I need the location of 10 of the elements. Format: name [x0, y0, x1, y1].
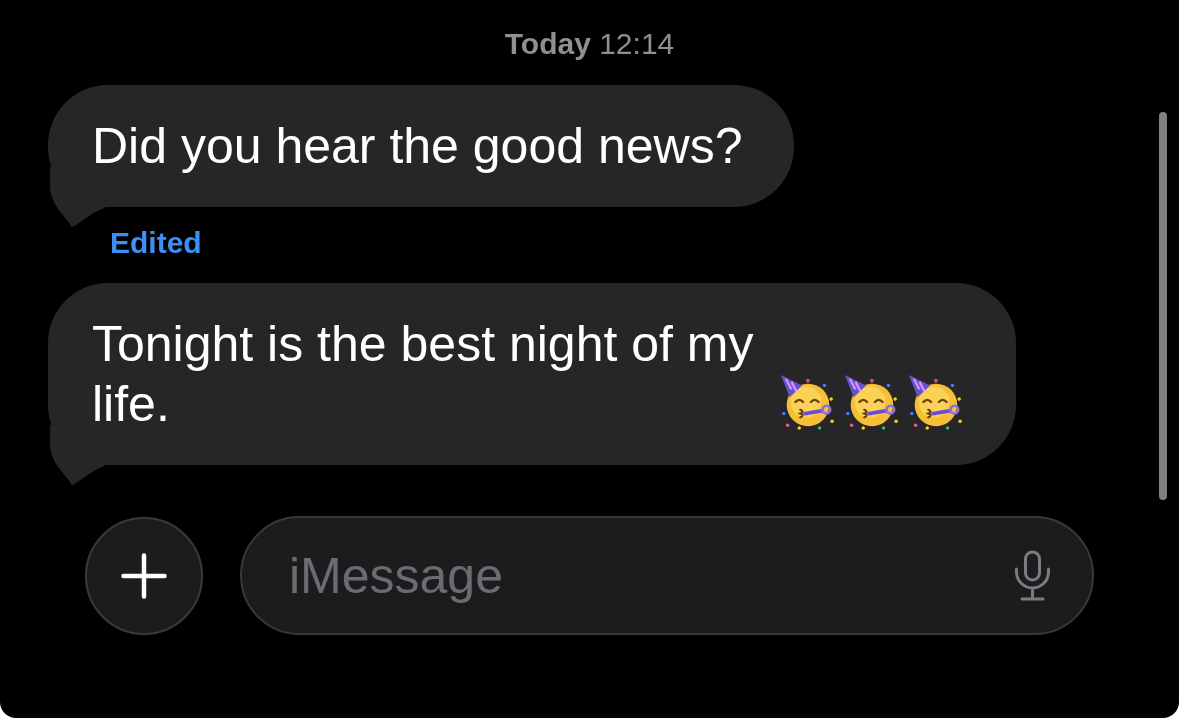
party-face-icon [906, 373, 964, 431]
message-field[interactable]: iMessage [240, 516, 1094, 635]
party-face-icon [842, 373, 900, 431]
edited-link[interactable]: Edited [110, 227, 202, 259]
plus-icon [121, 552, 167, 599]
microphone-icon[interactable] [1013, 550, 1052, 602]
message-text: Did you hear the good news? [92, 117, 743, 176]
party-face-icon [778, 373, 836, 431]
message-text: Tonight is the best night of my life. [92, 315, 755, 434]
timestamp: Today 12:14 [504, 27, 675, 61]
